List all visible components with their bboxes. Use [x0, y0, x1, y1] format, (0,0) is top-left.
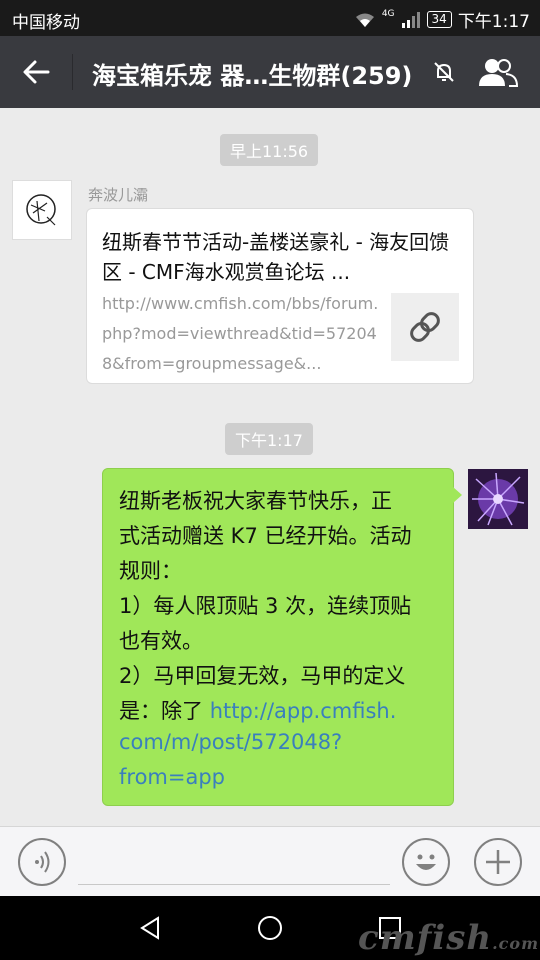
nav-back-icon[interactable] [136, 914, 164, 942]
watermark: cmfish.com [358, 918, 539, 958]
link-title: 纽斯春节节活动-盖楼送豪礼 - 海友回馈区 - CMF海水观赏鱼论坛 ... [102, 230, 450, 284]
clock: 下午1:17 [457, 12, 530, 32]
chat-title: 海宝箱乐宠 器…生物群(259) [92, 62, 413, 90]
message-line: 式活动赠送 K7 已经开始。活动 [119, 524, 412, 548]
message-link[interactable]: com/m/post/572048? [119, 730, 342, 754]
battery-icon: 34 [426, 11, 452, 28]
carrier-name: 中国移动 [12, 13, 80, 33]
message-line: 是：除了 http://app.cmfish. [119, 695, 396, 725]
message-line: 2）马甲回复无效，马甲的定义 [119, 664, 406, 688]
chat-header: 海宝箱乐宠 器…生物群(259) [0, 36, 540, 108]
plus-icon [486, 850, 510, 874]
message-line: 纽斯老板祝大家春节快乐，正 [119, 489, 392, 513]
wifi-icon [355, 13, 374, 27]
header-divider [72, 54, 73, 90]
sketch-face-icon [26, 194, 56, 226]
avatar[interactable] [468, 469, 528, 529]
message-link[interactable]: from=app [119, 765, 225, 789]
message-line: 1）每人限顶贴 3 次，连续顶贴 [119, 594, 412, 618]
more-button[interactable] [474, 838, 522, 886]
network-type: 4G [381, 8, 395, 19]
status-icons: 4G 34 下午1:17 [354, 7, 530, 32]
watermark-suffix: .com [492, 934, 540, 953]
link-card-message[interactable]: 纽斯春节节活动-盖楼送豪礼 - 海友回馈区 - CMF海水观赏鱼论坛 ... h… [86, 208, 474, 384]
link-thumbnail [391, 293, 459, 361]
text-message-self[interactable]: 纽斯老板祝大家春节快乐，正 式活动赠送 K7 已经开始。活动 规则： 1）每人限… [102, 468, 462, 806]
status-bar: 中国移动 4G 34 下午1:17 [0, 0, 540, 36]
sender-name: 奔波儿灞 [88, 186, 149, 204]
link-url: http://www.cmfish.com/bbs/forum.php?mod=… [102, 294, 379, 373]
timestamp: 早上11:56 [220, 134, 319, 166]
message-text: 是：除了 [119, 699, 210, 723]
mute-bell-icon [434, 62, 454, 82]
message-input[interactable] [78, 839, 390, 885]
smiley-icon [416, 854, 436, 870]
emoji-button[interactable] [402, 838, 450, 886]
input-bar [0, 826, 540, 896]
group-members-icon[interactable] [476, 54, 520, 90]
back-arrow-icon[interactable] [18, 54, 54, 90]
voice-button[interactable] [18, 838, 66, 886]
message-line: 规则： [119, 559, 182, 583]
anemone-photo [468, 469, 528, 529]
link-icon [410, 312, 440, 342]
message-link[interactable]: http://app.cmfish. [210, 699, 397, 723]
watermark-text: cmfish [358, 918, 493, 958]
nav-home-icon[interactable] [256, 914, 284, 942]
timestamp: 下午1:17 [225, 423, 313, 455]
avatar[interactable] [12, 180, 72, 240]
signal-icon [401, 11, 420, 28]
message-line: 也有效。 [119, 629, 203, 653]
voice-icon [35, 851, 50, 873]
